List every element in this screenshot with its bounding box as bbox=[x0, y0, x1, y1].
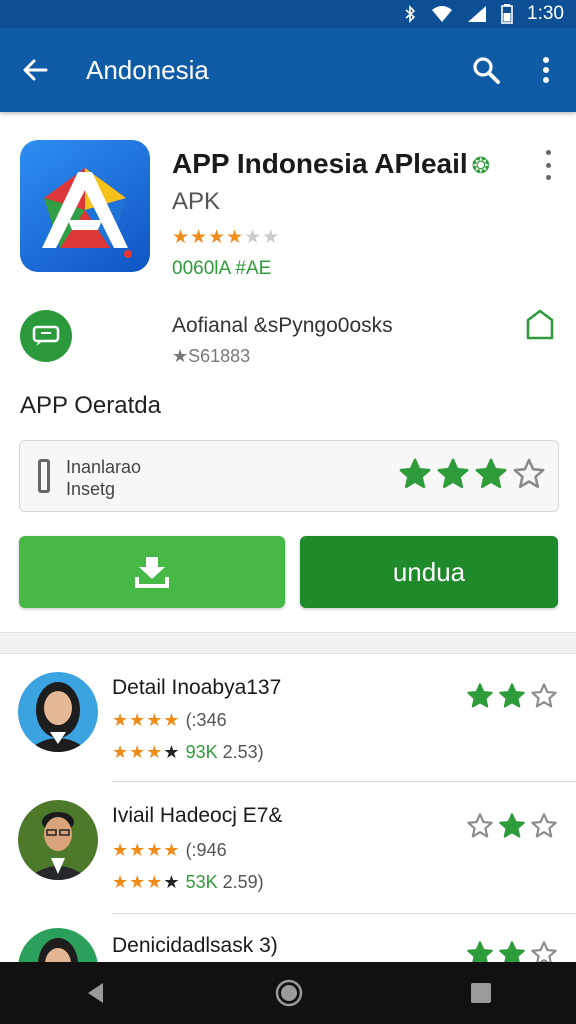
more-options-button[interactable] bbox=[516, 28, 576, 112]
arrow-back-icon bbox=[23, 59, 48, 81]
star-filled-icon[interactable] bbox=[436, 457, 470, 491]
app-logo-icon bbox=[42, 168, 132, 258]
app-name-text: APP Indonesia APleail bbox=[172, 148, 468, 179]
wifi-icon bbox=[432, 6, 453, 22]
nav-back-icon[interactable] bbox=[83, 980, 109, 1006]
nav-home-icon[interactable] bbox=[274, 978, 304, 1008]
review-item[interactable]: Iviail Hadeocj E7& ★★★★ (:946 ★★★★ 53K 2… bbox=[0, 800, 576, 914]
review-meta-1: ★★★★ (:346 bbox=[112, 710, 227, 730]
battery-icon bbox=[501, 4, 513, 24]
star-filled-icon[interactable] bbox=[398, 457, 432, 491]
review-item[interactable]: Denicidadlsask 3) bbox=[0, 928, 576, 962]
review-meta-2: ★★★★ 53K 2.59) bbox=[112, 872, 264, 892]
phone-icon bbox=[38, 459, 50, 493]
section-divider bbox=[0, 632, 576, 654]
star-outline-icon bbox=[531, 813, 557, 838]
rate-app-box[interactable]: Inanlarao Insetg bbox=[19, 440, 559, 512]
reviewer-name: Detail Inoabya137 bbox=[112, 676, 282, 699]
star-filled-icon bbox=[499, 813, 525, 838]
unduh-button[interactable]: undua bbox=[300, 536, 558, 608]
avatar bbox=[18, 672, 98, 752]
page-title: Andonesia bbox=[86, 54, 209, 85]
search-icon bbox=[473, 57, 500, 84]
search-button[interactable] bbox=[456, 28, 516, 112]
rate-line-2: Insetg bbox=[66, 479, 116, 499]
app-subtitle: APK bbox=[172, 188, 221, 215]
app-bar: Andonesia bbox=[0, 28, 576, 112]
signal-icon bbox=[468, 6, 487, 22]
system-nav-bar bbox=[0, 962, 576, 1024]
star-filled-icon[interactable] bbox=[474, 457, 508, 491]
bluetooth-icon bbox=[405, 5, 416, 23]
developer-icon[interactable] bbox=[20, 310, 72, 362]
app-code: 0060lA #AE bbox=[172, 258, 272, 279]
chat-icon bbox=[32, 325, 60, 346]
section-title: APP Oeratda bbox=[20, 392, 161, 419]
reviewer-name: Denicidadlsask 3) bbox=[112, 934, 278, 957]
status-time: 1:30 bbox=[527, 3, 564, 24]
rate-stars[interactable] bbox=[398, 457, 546, 491]
back-button[interactable] bbox=[0, 28, 70, 112]
review-stars bbox=[466, 940, 558, 962]
star-outline-icon bbox=[531, 941, 557, 962]
row-divider bbox=[112, 913, 576, 914]
review-stars bbox=[466, 682, 558, 710]
app-menu-button[interactable] bbox=[538, 150, 558, 180]
avatar bbox=[18, 928, 98, 962]
reviewer-name: Iviail Hadeocj E7& bbox=[112, 804, 283, 827]
review-item[interactable]: Detail Inoabya137 ★★★★ (:346 ★★★★ 93K 2.… bbox=[0, 672, 576, 782]
download-button[interactable] bbox=[19, 536, 285, 608]
star-outline-icon bbox=[531, 683, 557, 708]
star-filled-icon bbox=[499, 683, 525, 708]
star-outline-icon bbox=[467, 813, 493, 838]
review-meta-1: ★★★★ (:946 bbox=[112, 840, 227, 860]
review-stars bbox=[466, 812, 558, 840]
star-filled-icon bbox=[499, 941, 525, 962]
developer-name[interactable]: Aofianal &sPyngo0osks bbox=[172, 314, 393, 338]
row-divider bbox=[112, 781, 576, 782]
download-icon bbox=[135, 557, 169, 588]
app-rating-stars: ★★★★★★ bbox=[172, 227, 281, 248]
nav-recents-icon[interactable] bbox=[469, 981, 493, 1005]
status-bar: 1:30 bbox=[0, 0, 576, 28]
rate-line-1: Inanlarao bbox=[66, 457, 142, 477]
review-meta-2: ★★★★ 93K 2.53) bbox=[112, 742, 264, 762]
verified-icon: ❂ bbox=[471, 153, 491, 178]
app-icon bbox=[20, 140, 150, 272]
star-filled-icon bbox=[467, 941, 493, 962]
more-vert-icon bbox=[543, 57, 549, 83]
home-outline-icon[interactable] bbox=[525, 308, 555, 342]
star-filled-icon bbox=[467, 683, 493, 708]
developer-count: ★S61883 bbox=[172, 346, 251, 366]
app-name: APP Indonesia APleail ❂ bbox=[172, 148, 490, 180]
star-outline-icon[interactable] bbox=[512, 457, 546, 491]
avatar bbox=[18, 800, 98, 880]
